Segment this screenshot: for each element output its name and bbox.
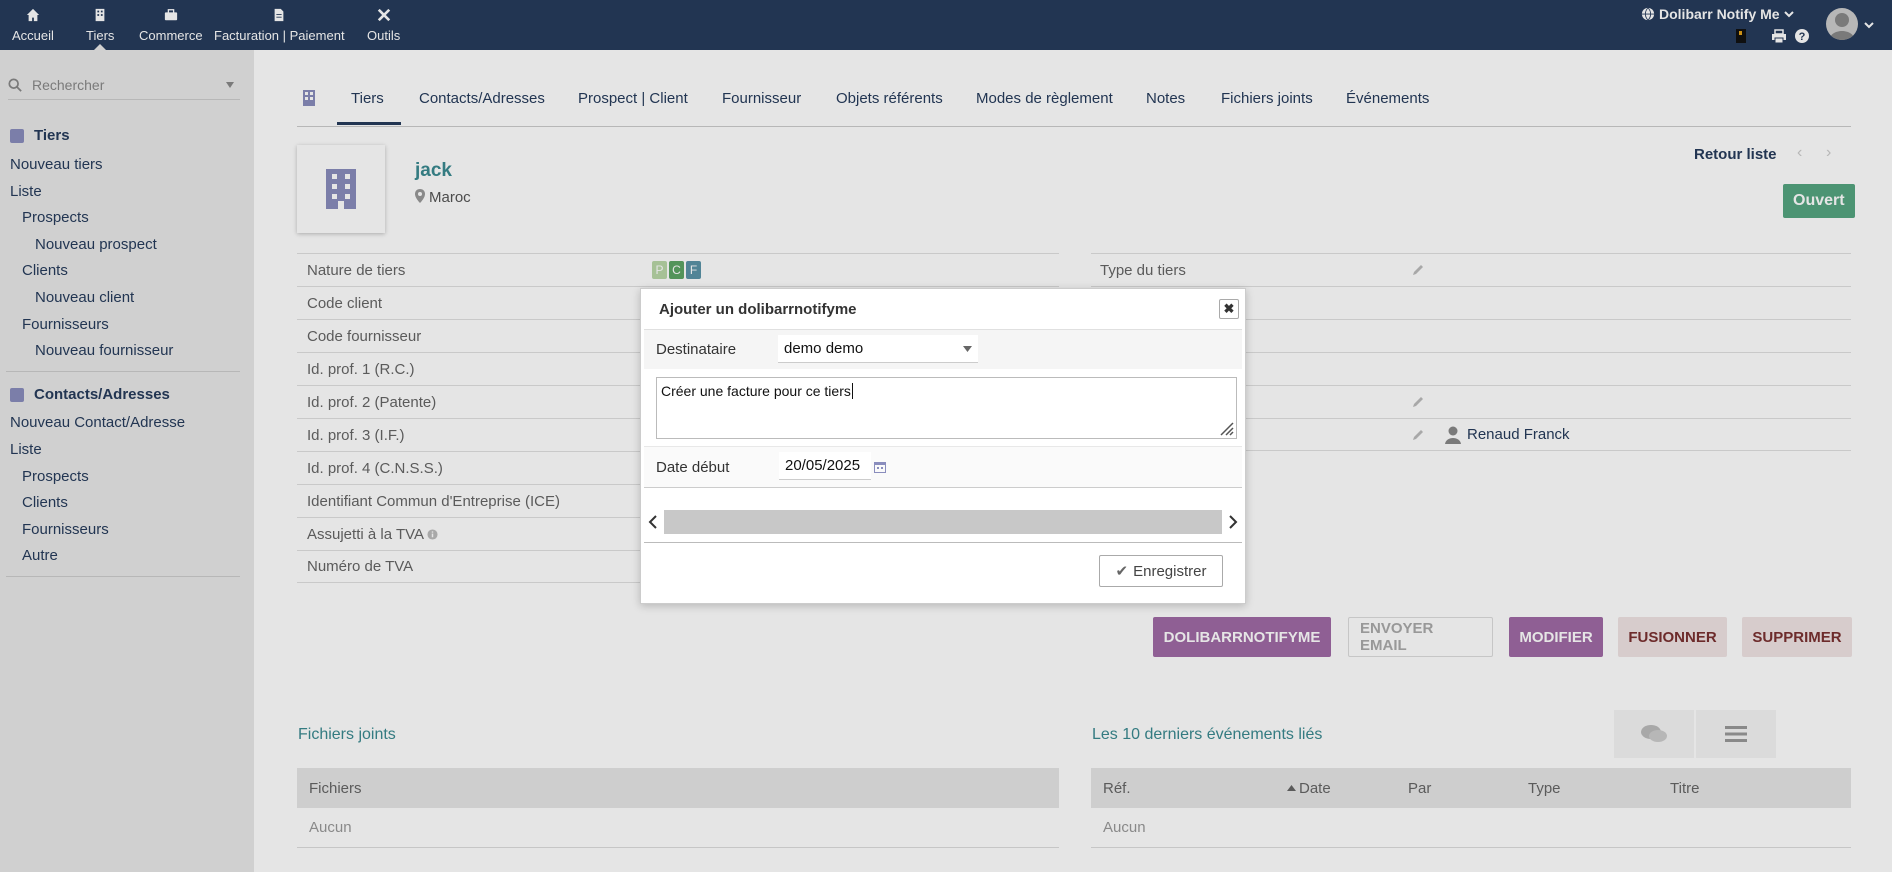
recipient-label: Destinataire [656, 341, 737, 358]
horizontal-scrollbar[interactable] [644, 509, 1242, 535]
dialog-close-button[interactable]: ✖ [1219, 299, 1239, 319]
calendar-icon[interactable] [874, 461, 886, 473]
scroll-right-icon[interactable] [1222, 512, 1242, 532]
scroll-left-icon[interactable] [644, 512, 664, 532]
caret-down-icon [963, 345, 972, 352]
dialog-title: Ajouter un dolibarrnotifyme [659, 301, 857, 318]
scrollbar-thumb[interactable] [664, 510, 1222, 534]
save-button[interactable]: ✔ Enregistrer [1099, 555, 1223, 587]
message-text: Créer une facture pour ce tiers [661, 383, 851, 399]
text-cursor [851, 383, 853, 399]
divider [644, 487, 1242, 488]
date-row: Date début [644, 447, 1242, 487]
add-notification-dialog: Ajouter un dolibarrnotifyme ✖ Destinatai… [640, 288, 1246, 604]
save-button-label: Enregistrer [1133, 562, 1207, 580]
recipient-select[interactable]: demo demo [778, 335, 978, 363]
divider [644, 542, 1242, 543]
date-input[interactable]: 20/05/2025 [779, 452, 871, 480]
date-value: 20/05/2025 [785, 457, 861, 474]
resize-grip-icon[interactable] [1216, 418, 1234, 436]
close-icon: ✖ [1223, 301, 1235, 316]
message-textarea[interactable]: Créer une facture pour ce tiers [656, 377, 1237, 439]
check-icon: ✔ [1115, 563, 1129, 580]
recipient-selected-value: demo demo [784, 340, 864, 357]
date-label: Date début [656, 458, 730, 476]
